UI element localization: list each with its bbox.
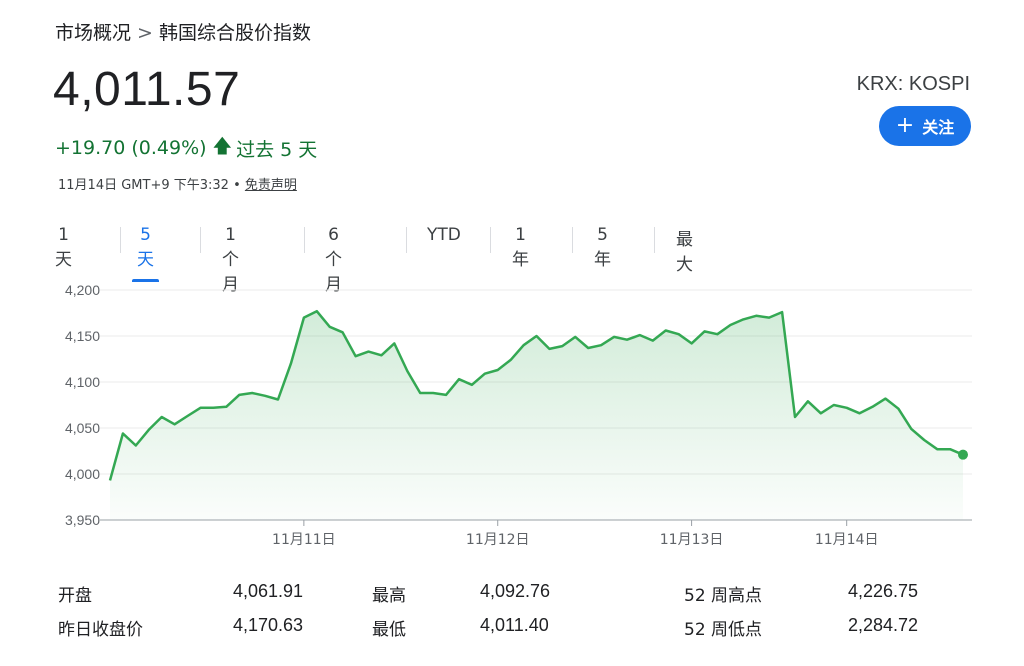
tab-divider bbox=[304, 227, 305, 253]
tab-divider bbox=[654, 227, 655, 253]
price-area bbox=[110, 311, 963, 520]
x-tick-label: 11月11日 bbox=[272, 532, 336, 548]
current-price: 4,011.57 bbox=[53, 63, 241, 116]
y-tick-label: 4,200 bbox=[65, 282, 100, 298]
timestamp: 11月14日 GMT+9 下午3:32 • 免责声明 bbox=[58, 174, 297, 193]
stat-value-open: 4,061.91 bbox=[233, 581, 304, 601]
last-point-dot bbox=[958, 449, 968, 460]
plus-icon: + bbox=[895, 113, 915, 138]
stat-label-open: 开盘 bbox=[58, 586, 92, 606]
stat-label-low: 最低 bbox=[372, 620, 406, 640]
breadcrumb-parent-link[interactable]: 市场概况 bbox=[55, 22, 131, 44]
tab-divider bbox=[490, 227, 491, 253]
stat-value-low: 4,011.40 bbox=[480, 615, 549, 635]
follow-label: 关注 bbox=[922, 118, 955, 137]
timestamp-text: 11月14日 GMT+9 下午3:32 • bbox=[58, 178, 245, 193]
tab-divider bbox=[120, 227, 121, 253]
x-tick-label: 11月13日 bbox=[660, 532, 724, 548]
x-tick-label: 11月14日 bbox=[815, 532, 879, 548]
disclaimer-link[interactable]: 免责声明 bbox=[245, 178, 297, 193]
stat-row: 昨日收盘价 4,170.63 最低 4,011.40 52 周低点 2,284.… bbox=[58, 615, 978, 645]
stat-label-prev-close: 昨日收盘价 bbox=[58, 620, 143, 640]
follow-button[interactable]: + 关注 bbox=[879, 106, 971, 146]
breadcrumb: 市场概况 > 韩国综合股价指数 bbox=[55, 18, 311, 45]
stat-label-high: 最高 bbox=[372, 586, 406, 606]
stat-value-high: 4,092.76 bbox=[480, 581, 551, 601]
stat-value-52w-high: 4,226.75 bbox=[848, 581, 919, 601]
y-tick-label: 4,050 bbox=[65, 420, 100, 436]
stat-label-52w-low: 52 周低点 bbox=[684, 620, 763, 640]
price-change: +19.70 (0.49%) 🡅 过去 5 天 bbox=[55, 132, 317, 164]
y-tick-label: 4,100 bbox=[65, 374, 100, 390]
breadcrumb-separator: > bbox=[137, 22, 153, 44]
stat-row: 开盘 4,061.91 最高 4,092.76 52 周高点 4,226.75 bbox=[58, 581, 978, 611]
y-tick-label: 4,000 bbox=[65, 466, 100, 482]
price-chart: 3,950 4,000 4,050 4,100 4,150 4,200 11月11日 11月1… bbox=[65, 282, 972, 548]
change-value: +19.70 (0.49%) bbox=[55, 137, 207, 159]
tab-divider bbox=[200, 227, 201, 253]
breadcrumb-current: 韩国综合股价指数 bbox=[158, 22, 311, 44]
x-tick-label: 11月12日 bbox=[466, 532, 530, 548]
tab-range[interactable]: YTD bbox=[427, 219, 461, 257]
arrow-up-icon: 🡅 bbox=[212, 135, 233, 157]
tab-divider bbox=[572, 227, 573, 253]
stat-label-52w-high: 52 周高点 bbox=[684, 586, 763, 606]
y-tick-label: 3,950 bbox=[65, 512, 100, 528]
y-tick-label: 4,150 bbox=[65, 328, 100, 344]
stat-value-52w-low: 2,284.72 bbox=[848, 615, 919, 635]
ticker-symbol: KRX: KOSPI bbox=[856, 73, 970, 95]
tab-divider bbox=[406, 227, 407, 253]
stat-value-prev-close: 4,170.63 bbox=[233, 615, 304, 635]
change-period: 过去 5 天 bbox=[236, 138, 318, 161]
